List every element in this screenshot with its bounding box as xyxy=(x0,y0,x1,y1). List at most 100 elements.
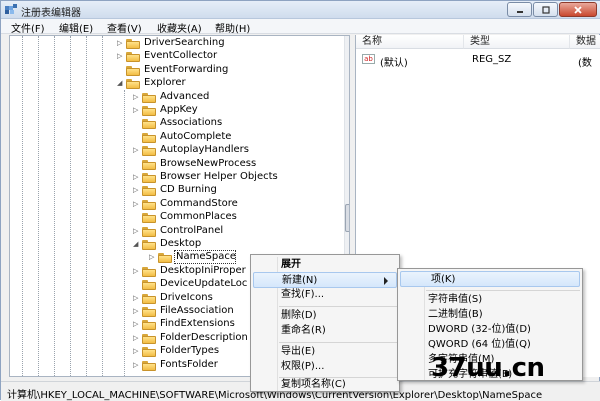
submenu-item-binary-value[interactable]: 二进制值(B) xyxy=(398,307,582,323)
menu-bar: 文件(F) 编辑(E) 查看(V) 收藏夹(A) 帮助(H) xyxy=(1,19,600,35)
minimize-button[interactable] xyxy=(507,2,532,17)
submenu-item-qword-value[interactable]: QWORD (64 位)值(Q) xyxy=(398,337,582,353)
tree-item-label: Explorer xyxy=(144,77,186,89)
menu-item-export[interactable]: 导出(E) xyxy=(251,344,399,360)
tree-item[interactable]: ▷ ControlPanel xyxy=(10,225,340,238)
maximize-button[interactable] xyxy=(533,2,558,17)
folder-icon xyxy=(142,212,156,224)
menu-view[interactable]: 查看(V) xyxy=(105,20,144,35)
menu-separator xyxy=(426,290,580,291)
folder-icon xyxy=(142,346,156,358)
tree-item[interactable]: AutoComplete xyxy=(10,131,340,144)
folder-icon xyxy=(158,252,172,264)
menu-item-find[interactable]: 查找(F)... xyxy=(251,287,399,303)
folder-icon xyxy=(142,306,156,317)
tree-item[interactable]: ◢ Explorer xyxy=(10,77,340,90)
expand-icon[interactable]: ▷ xyxy=(133,173,141,181)
watermark-logo: 37uu.cn xyxy=(431,353,545,383)
column-header-name[interactable]: 名称 xyxy=(356,35,464,49)
expand-icon[interactable]: ▷ xyxy=(117,52,125,60)
menu-item-expand[interactable]: 展开 xyxy=(251,257,399,273)
folder-icon xyxy=(142,145,156,157)
tree-scrollbar-thumb[interactable] xyxy=(345,204,349,232)
menu-item-permissions[interactable]: 权限(P)... xyxy=(251,359,399,375)
expand-icon[interactable]: ▷ xyxy=(133,361,141,369)
selection-focus-box xyxy=(174,250,236,265)
tree-item-label: FileAssociation xyxy=(160,305,234,316)
tree-item[interactable]: CommonPlaces xyxy=(10,211,340,224)
expand-icon[interactable]: ▷ xyxy=(133,227,141,235)
expand-icon[interactable]: ▷ xyxy=(133,307,141,315)
tree-item[interactable]: ▷ AutoplayHandlers xyxy=(10,144,340,157)
menu-edit[interactable]: 编辑(E) xyxy=(57,20,95,35)
menu-help[interactable]: 帮助(H) xyxy=(213,20,252,35)
value-name[interactable]: (默认) xyxy=(380,54,408,69)
tree-item[interactable]: ▷ DriverSearching xyxy=(10,37,340,50)
tree-item[interactable]: ▷ Advanced xyxy=(10,91,340,104)
submenu-item-dword-value[interactable]: DWORD (32-位)值(D) xyxy=(398,322,582,338)
tree-item-label: Associations xyxy=(160,117,223,129)
tree-item[interactable]: ◢ Desktop xyxy=(10,238,340,251)
menu-item-rename[interactable]: 重命名(R) xyxy=(251,323,399,339)
tree-item-label: EventForwarding xyxy=(144,63,229,75)
expand-icon[interactable]: ▷ xyxy=(133,267,141,275)
tree-item[interactable]: ▷ CD Burning xyxy=(10,184,340,197)
folder-icon xyxy=(142,333,156,344)
tree-item-label: DriveIcons xyxy=(160,291,213,303)
menu-separator xyxy=(279,342,397,343)
collapse-icon[interactable]: ◢ xyxy=(117,79,125,87)
close-button[interactable] xyxy=(559,2,597,17)
expand-icon[interactable]: ▷ xyxy=(133,186,141,194)
folder-icon xyxy=(142,226,156,237)
tree-item[interactable]: Associations xyxy=(10,117,340,130)
tree-item[interactable]: ▷ AppKey xyxy=(10,104,340,117)
folder-icon xyxy=(142,92,156,103)
submenu-item-key[interactable]: 项(K) xyxy=(400,271,580,287)
folder-icon xyxy=(142,266,156,277)
expand-icon[interactable]: ▷ xyxy=(133,146,141,154)
tree-item-label: AppKey xyxy=(160,104,198,115)
maximize-icon xyxy=(541,5,550,14)
tree-item[interactable]: EventForwarding xyxy=(10,64,340,77)
expand-icon[interactable]: ▷ xyxy=(133,106,141,114)
tree-item[interactable]: BrowseNewProcess xyxy=(10,158,340,171)
folder-icon xyxy=(126,51,140,63)
tree-item-label: CD Burning xyxy=(160,184,217,196)
tree-item-label: DeviceUpdateLoc xyxy=(160,278,248,290)
menu-item-copy-key-name[interactable]: 复制项名称(C) xyxy=(251,377,399,393)
tree-item-label: DriverSearching xyxy=(144,37,225,48)
expand-icon[interactable]: ▷ xyxy=(133,93,141,101)
submenu-arrow-icon xyxy=(384,277,388,285)
column-header-data[interactable]: 数据 xyxy=(570,35,600,49)
expand-icon[interactable]: ▷ xyxy=(133,200,141,208)
tree-item[interactable]: ▷ Browser Helper Objects xyxy=(10,171,340,184)
tree-item-label: AutoComplete xyxy=(160,130,232,142)
context-menu: 展开 新建(N) 查找(F)... 删除(D) 重命名(R) 导出(E) 权限(… xyxy=(250,254,400,392)
tree-item-label: AutoplayHandlers xyxy=(160,144,249,156)
expand-icon[interactable]: ▷ xyxy=(133,320,141,328)
column-header-type[interactable]: 类型 xyxy=(464,35,570,49)
submenu-item-string-value[interactable]: 字符串值(S) xyxy=(398,292,582,308)
tree-item[interactable]: ▷ CommandStore xyxy=(10,198,340,211)
folder-icon xyxy=(126,38,140,49)
menu-separator xyxy=(279,306,397,307)
tree-item[interactable]: ▷ EventCollector xyxy=(10,50,340,63)
expand-icon[interactable]: ▷ xyxy=(149,253,157,261)
tree-item-label: Browser Helper Objects xyxy=(160,171,278,182)
menu-favorites[interactable]: 收藏夹(A) xyxy=(155,20,204,35)
registry-editor-icon xyxy=(5,4,17,14)
menu-file[interactable]: 文件(F) xyxy=(9,20,47,35)
expand-icon[interactable]: ▷ xyxy=(133,294,141,302)
expand-icon[interactable]: ▷ xyxy=(117,39,125,47)
menu-item-delete[interactable]: 删除(D) xyxy=(251,308,399,324)
folder-icon xyxy=(142,279,156,291)
folder-icon xyxy=(142,239,156,250)
expand-icon[interactable]: ▷ xyxy=(133,334,141,342)
collapse-icon[interactable]: ◢ xyxy=(133,240,141,248)
menu-item-new[interactable]: 新建(N) xyxy=(253,272,397,288)
expand-icon[interactable]: ▷ xyxy=(133,347,141,355)
minimize-icon xyxy=(516,10,523,13)
close-icon xyxy=(574,5,582,14)
folder-icon xyxy=(142,172,156,183)
folder-icon xyxy=(142,199,156,210)
